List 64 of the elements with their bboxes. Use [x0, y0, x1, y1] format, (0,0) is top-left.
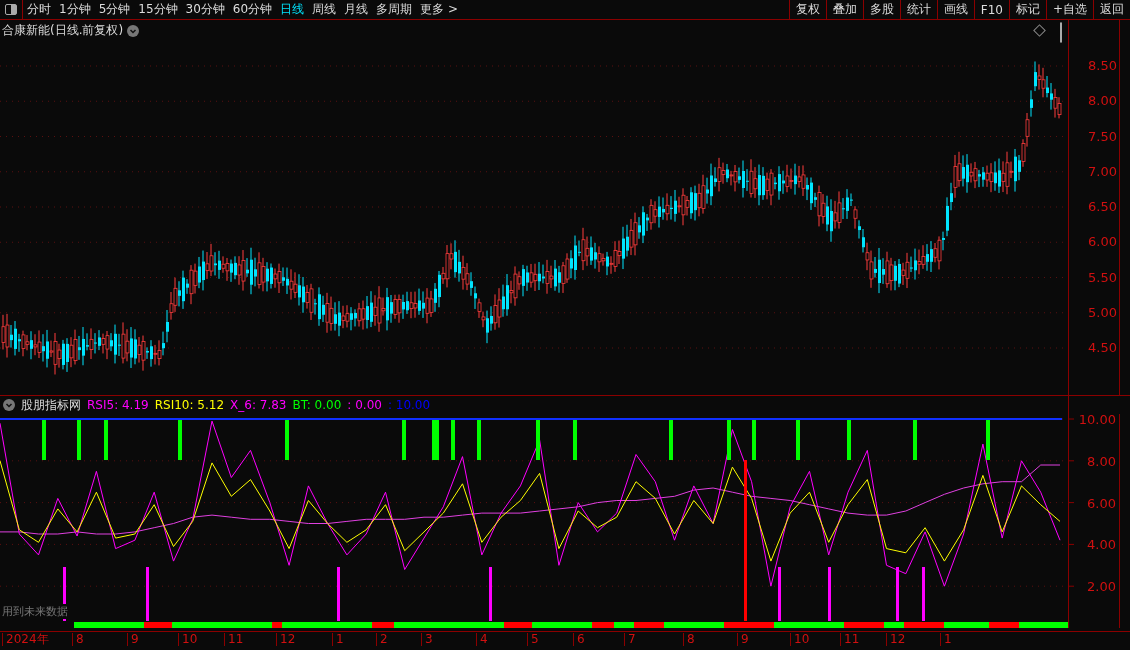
price-axis-label: 8.50: [1088, 58, 1117, 73]
date-axis-label: 3: [421, 633, 433, 646]
price-axis-label: 5.00: [1088, 304, 1117, 320]
date-axis-label: 11: [840, 633, 860, 646]
indicator-axis-label: 10.00: [1078, 414, 1116, 427]
period-tab[interactable]: 30分钟: [181, 0, 229, 19]
date-axis-label: 5: [527, 633, 539, 646]
price-axis-label: 6.50: [1088, 199, 1117, 214]
date-axis-label: 12: [276, 633, 296, 646]
date-axis-label: 6: [573, 633, 585, 646]
period-tab[interactable]: 1分钟: [55, 0, 95, 19]
chevron-down-icon[interactable]: [3, 399, 15, 411]
date-axis-label: 1: [332, 633, 344, 646]
date-axis-label: 2024年: [2, 633, 49, 646]
indicator-axis-label: 6.00: [1087, 495, 1116, 511]
date-axis-label: 12: [886, 633, 906, 646]
date-axis-label: 9: [737, 633, 749, 646]
date-axis-label: 11: [224, 633, 244, 646]
price-axis-label: 8.00: [1088, 93, 1117, 109]
chevron-down-icon[interactable]: [127, 24, 140, 37]
toolbar-button[interactable]: F10: [973, 0, 1009, 19]
indicator-axis-label: 8.00: [1087, 453, 1116, 469]
warning-note: 用到未来数据: [2, 604, 68, 619]
date-axis-label: 10: [790, 633, 810, 646]
price-axis-label: 5.50: [1088, 269, 1117, 285]
price-axis-label: 4.50: [1088, 340, 1117, 355]
indicator-value: BT: 0.00: [292, 398, 342, 412]
period-tab[interactable]: 60分钟: [228, 0, 277, 19]
indicator-axis-label: 2.00: [1087, 579, 1116, 595]
price-axis-label: 7.00: [1088, 163, 1117, 179]
period-tab[interactable]: 月线: [340, 0, 373, 19]
price-axis-label: 6.00: [1088, 234, 1117, 250]
toolbar-button[interactable]: 多股: [862, 0, 900, 19]
period-tab[interactable]: 日线: [276, 0, 309, 19]
period-tab[interactable]: 多周期: [372, 0, 417, 19]
period-tab[interactable]: 5分钟: [94, 0, 135, 19]
date-axis-label: 10: [178, 633, 198, 646]
toolbar-button[interactable]: 统计: [899, 0, 937, 19]
indicator-name: 股朋指标网: [21, 396, 81, 414]
toolbar-button[interactable]: 画线: [936, 0, 974, 19]
date-axis-label: 2: [376, 633, 388, 646]
date-axis-label: 7: [624, 633, 636, 646]
stock-title: 合康新能(日线.前复权): [2, 22, 124, 39]
date-axis-label: 8: [72, 633, 84, 646]
period-tab[interactable]: 周线: [308, 0, 341, 19]
period-tab[interactable]: 分时: [23, 0, 55, 19]
period-tab[interactable]: 15分钟: [134, 0, 182, 19]
toolbar-button[interactable]: 标记: [1008, 0, 1046, 19]
more-button[interactable]: 更多 >: [416, 0, 462, 19]
toolbar-button[interactable]: +自选: [1045, 0, 1093, 19]
indicator-value: : 10.00: [387, 398, 431, 412]
indicator-axis-label: 4.00: [1087, 537, 1116, 553]
toolbar-button[interactable]: 叠加: [825, 0, 863, 19]
indicator-value: X_6: 7.83: [230, 398, 287, 412]
indicator-value: : 0.00: [347, 398, 382, 412]
toolbar-button[interactable]: 返回: [1093, 0, 1130, 19]
date-axis-label: 8: [683, 633, 695, 646]
date-axis-label: 1: [940, 633, 952, 646]
date-axis-label: 9: [127, 633, 139, 646]
toolbar-button[interactable]: 复权: [788, 0, 826, 19]
price-axis-label: 7.50: [1088, 128, 1117, 144]
indicator-value: RSI10: 5.12: [154, 398, 225, 412]
indicator-value: RSI5: 4.19: [87, 398, 149, 412]
date-axis-label: 4: [476, 633, 488, 646]
